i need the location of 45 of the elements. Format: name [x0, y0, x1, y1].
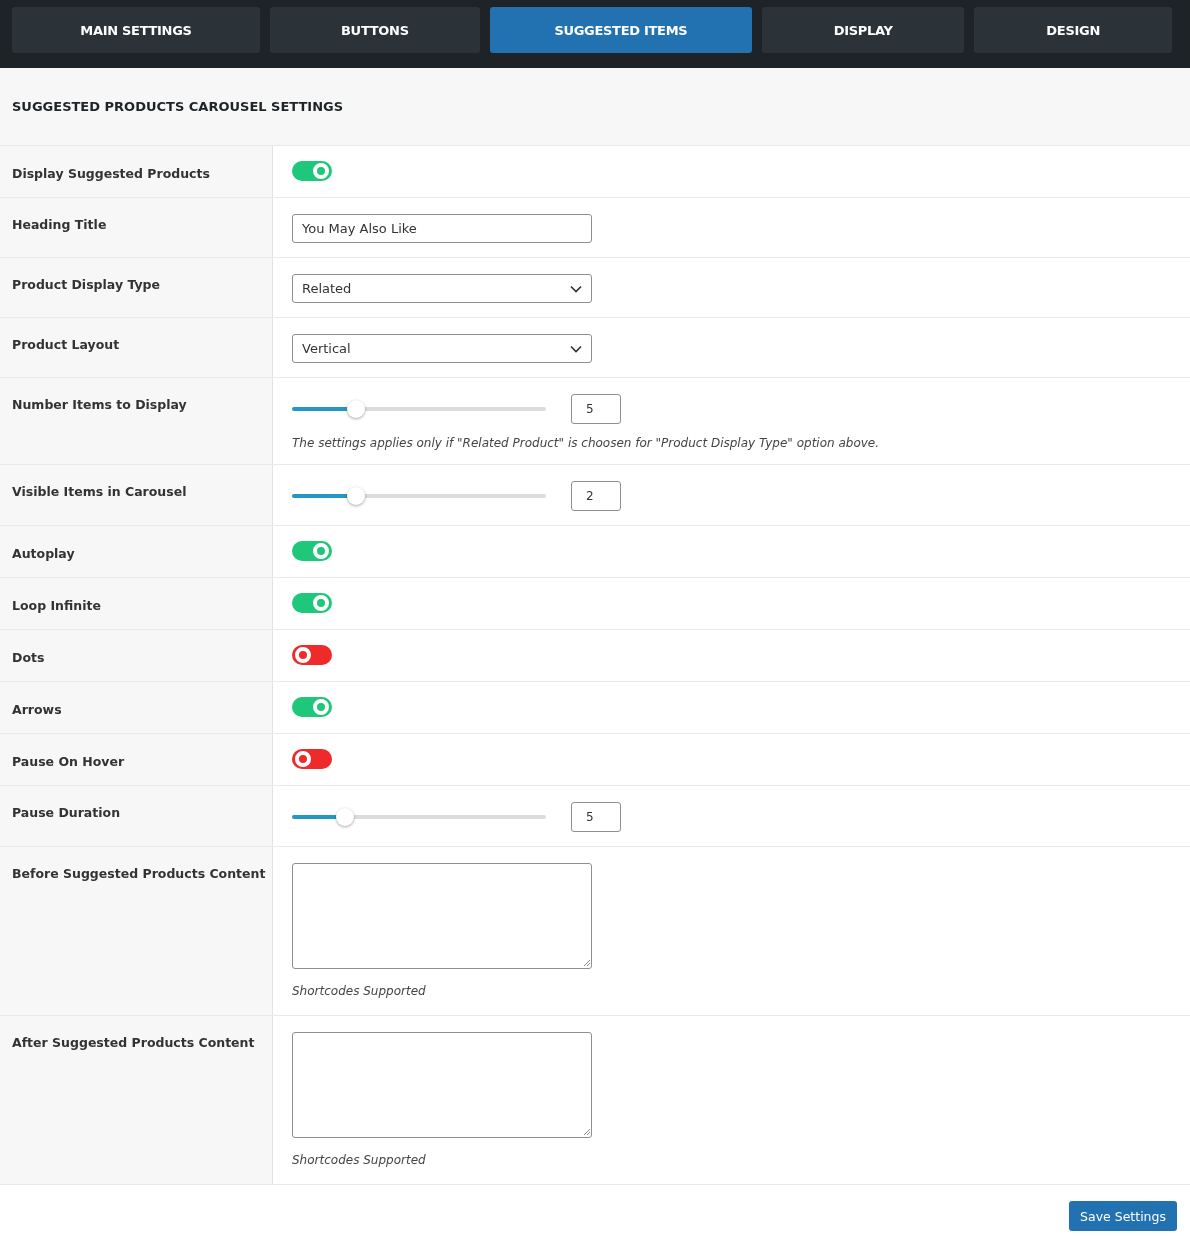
chevron-icon [570, 344, 582, 353]
section-title: SUGGESTED PRODUCTS CAROUSEL SETTINGS [12, 99, 344, 114]
setting-label: Display Suggested Products [12, 166, 210, 181]
setting-label: Before Suggested Products Content [12, 866, 266, 881]
chevron-icon [570, 284, 582, 293]
tab[interactable]: SUGGESTED ITEMS [489, 7, 752, 53]
setting-label: After Suggested Products Content [12, 1035, 255, 1050]
help-text: The settings applies only if "Related Product" is choosen for "Product Display Type" option above. [292, 436, 881, 450]
help-text: Shortcodes Supported [292, 984, 427, 998]
setting-label: Product Display Type [12, 277, 160, 292]
setting-label: Dots [12, 650, 45, 665]
number-field[interactable]: 2 [571, 481, 621, 511]
setting-label: Visible Items in Carousel [12, 484, 187, 499]
text-field[interactable]: You May Also Like [292, 214, 592, 243]
toggle-switch[interactable] [292, 593, 332, 613]
text-area[interactable] [292, 863, 592, 969]
setting-label: Loop Infinite [12, 598, 101, 613]
select-dropdown[interactable]: Vertical [292, 334, 592, 363]
setting-label: Product Layout [12, 337, 120, 352]
tab[interactable]: BUTTONS [269, 7, 480, 53]
text-area[interactable] [292, 1032, 592, 1138]
toggle-switch[interactable] [292, 697, 332, 717]
toggle-switch[interactable] [292, 541, 332, 561]
slider-thumb[interactable] [346, 400, 365, 418]
tab[interactable]: MAIN SETTINGS [12, 7, 260, 53]
tab[interactable]: DESIGN [974, 7, 1172, 53]
toggle-switch[interactable] [292, 749, 332, 769]
save-button[interactable]: Save Settings [1069, 1201, 1177, 1231]
select-dropdown[interactable]: Related [292, 274, 592, 303]
setting-label: Autoplay [12, 546, 75, 561]
setting-label: Number Items to Display [12, 397, 187, 412]
help-text: Shortcodes Supported [292, 1153, 427, 1167]
tab[interactable]: DISPLAY [761, 7, 965, 53]
slider-thumb[interactable] [346, 487, 365, 505]
toggle-switch[interactable] [292, 161, 332, 181]
setting-label: Heading Title [12, 217, 107, 232]
toggle-switch[interactable] [292, 645, 332, 665]
resize-grip-icon [583, 959, 591, 967]
resize-grip-icon [583, 1128, 591, 1136]
slider-thumb[interactable] [336, 808, 355, 826]
number-field[interactable]: 5 [571, 802, 621, 832]
number-field[interactable]: 5 [571, 394, 621, 424]
setting-label: Pause On Hover [12, 754, 125, 769]
setting-label: Pause Duration [12, 805, 121, 820]
setting-label: Arrows [12, 702, 62, 717]
